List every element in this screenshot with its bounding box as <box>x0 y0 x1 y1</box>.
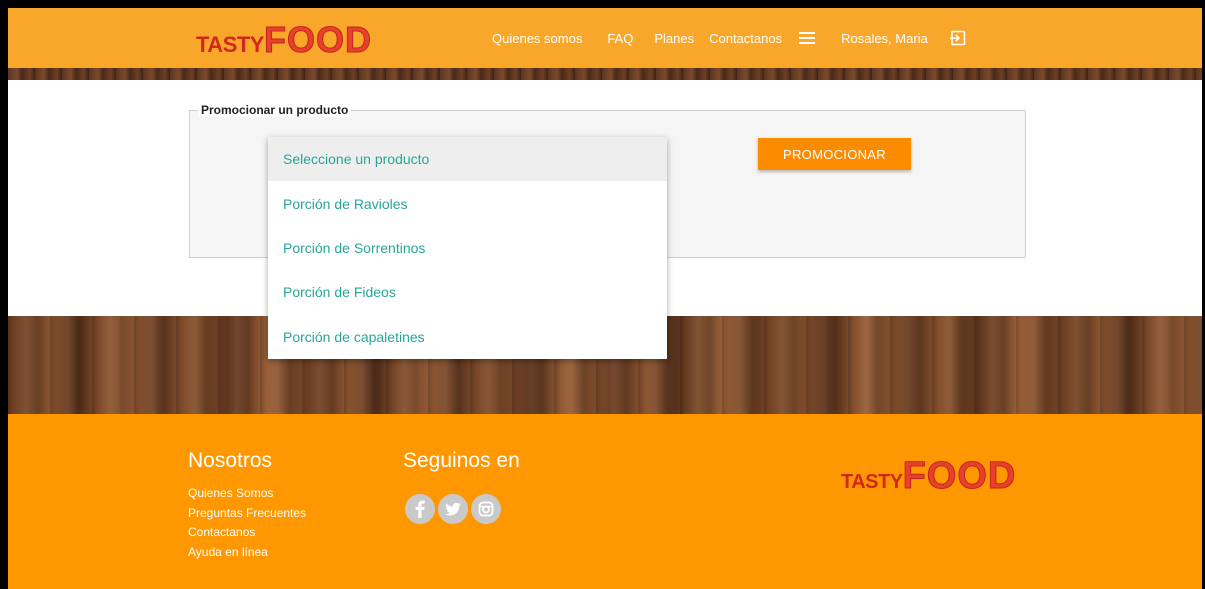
user-name-link[interactable]: Rosales, Maria <box>841 31 928 46</box>
footer-nosotros-title: Nosotros <box>188 449 273 472</box>
twitter-icon[interactable] <box>438 494 468 524</box>
social-icons <box>405 494 504 524</box>
dropdown-option-capaletines[interactable]: Porción de capaletines <box>268 315 667 359</box>
main-nav: Quienes somos FAQ Planes Contactanos Ros… <box>492 30 966 46</box>
hamburger-menu-icon[interactable] <box>799 32 816 44</box>
promote-button[interactable]: PROMOCIONAR <box>758 138 911 170</box>
footer: Nosotros Quienes Somos Preguntas Frecuen… <box>8 414 1202 589</box>
nav-planes[interactable]: Planes <box>654 31 694 46</box>
facebook-icon[interactable] <box>405 494 435 524</box>
footer-logo-tasty-text: TASTY <box>841 471 903 493</box>
footer-seguinos-title: Seguinos en <box>403 449 520 472</box>
dropdown-option-ravioles[interactable]: Porción de Ravioles <box>268 181 667 225</box>
logo-tasty-text: TASTY <box>196 32 264 57</box>
dropdown-option-fideos[interactable]: Porción de Fideos <box>268 270 667 314</box>
product-select-dropdown[interactable]: Seleccione un producto Porción de Raviol… <box>268 137 667 359</box>
dropdown-option-placeholder[interactable]: Seleccione un producto <box>268 137 667 182</box>
footer-link-ayuda[interactable]: Ayuda en línea <box>188 543 306 563</box>
footer-link-preguntas[interactable]: Preguntas Frecuentes <box>188 504 306 524</box>
footer-logo-food-text: FOOD <box>902 455 1017 497</box>
dropdown-option-sorrentinos[interactable]: Porción de Sorrentinos <box>268 226 667 270</box>
logo-food-text: FOOD <box>263 19 372 60</box>
nav-quienes-somos[interactable]: Quienes somos <box>492 31 582 46</box>
footer-link-quienes-somos[interactable]: Quienes Somos <box>188 484 306 504</box>
app-frame: TASTY FOOD Quienes somos FAQ Planes Cont… <box>8 8 1202 589</box>
instagram-icon[interactable] <box>471 494 501 524</box>
top-navbar: TASTY FOOD Quienes somos FAQ Planes Cont… <box>8 8 1202 68</box>
footer-nosotros-links: Quienes Somos Preguntas Frecuentes Conta… <box>188 484 306 562</box>
footer-tastyfood-logo: TASTY FOOD <box>841 455 1017 497</box>
tastyfood-logo[interactable]: TASTY FOOD <box>196 19 372 60</box>
footer-link-contactanos[interactable]: Contactanos <box>188 523 306 543</box>
logout-icon[interactable] <box>949 30 966 46</box>
nav-faq[interactable]: FAQ <box>607 31 633 46</box>
promote-legend: Promocionar un producto <box>198 103 352 117</box>
header-wood-strip <box>8 68 1202 80</box>
nav-contactanos[interactable]: Contactanos <box>709 31 782 46</box>
